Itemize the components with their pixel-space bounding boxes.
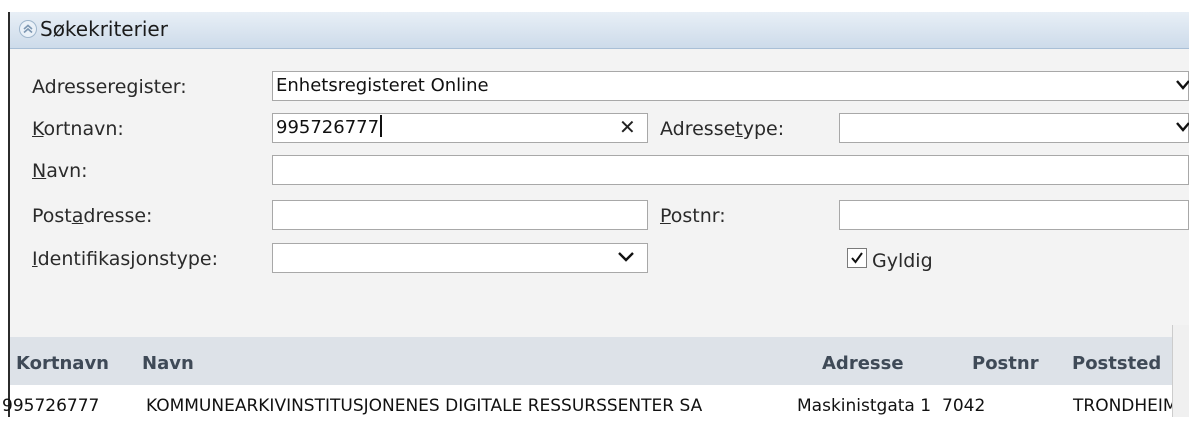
identifikasjonstype-select[interactable] <box>272 243 648 273</box>
search-criteria-panel: Søkekriterier Adresseregister: Enhetsreg… <box>2 12 1189 429</box>
column-header-postnr[interactable]: Postnr <box>972 353 1039 374</box>
identifikasjonstype-label: Identifikasjonstype: <box>32 248 218 270</box>
chevron-down-icon[interactable] <box>1170 114 1189 142</box>
kortnavn-label: Kortnavn: <box>32 118 124 140</box>
kortnavn-value: 995726777 <box>276 117 380 138</box>
adressetype-select[interactable] <box>839 113 1189 143</box>
navn-label: Navn: <box>32 160 88 182</box>
results-scrollbar[interactable] <box>1172 325 1189 417</box>
panel-title: Søkekriterier <box>40 17 168 41</box>
postnr-label: Postnr: <box>660 205 726 227</box>
navn-input[interactable] <box>272 155 1189 185</box>
cell-navn: KOMMUNEARKIVINSTITUSJONENES DIGITALE RES… <box>146 396 703 416</box>
panel-header[interactable]: Søkekriterier <box>10 12 1189 49</box>
adresseregister-select[interactable]: Enhetsregisteret Online <box>272 71 1189 101</box>
adresseregister-label: Adresseregister: <box>32 76 187 98</box>
search-window: Søkekriterier Adresseregister: Enhetsreg… <box>0 0 1189 429</box>
column-header-kortnavn[interactable]: Kortnavn <box>16 353 109 374</box>
text-caret <box>380 115 383 137</box>
chevron-up-circle-icon[interactable] <box>18 19 38 39</box>
cell-poststed: TRONDHEIM <box>1073 396 1178 416</box>
postnr-input[interactable] <box>839 200 1189 230</box>
gyldig-label: Gyldig <box>872 250 933 272</box>
adresseregister-value: Enhetsregisteret Online <box>276 75 489 96</box>
chevron-down-icon[interactable] <box>612 244 640 272</box>
postadresse-input[interactable] <box>272 200 648 230</box>
cell-kortnavn: 995726777 <box>2 396 100 416</box>
postadresse-label: Postadresse: <box>32 205 153 227</box>
kortnavn-input[interactable]: 995726777 <box>272 113 648 143</box>
column-header-navn[interactable]: Navn <box>142 353 194 374</box>
column-header-adresse[interactable]: Adresse <box>822 353 904 374</box>
column-header-poststed[interactable]: Poststed <box>1072 353 1161 374</box>
chevron-down-icon[interactable] <box>1170 72 1189 100</box>
gyldig-checkbox[interactable] <box>847 248 867 268</box>
cell-postnr: 7042 <box>942 396 986 416</box>
check-icon <box>851 252 863 264</box>
close-icon[interactable]: ✕ <box>619 115 636 139</box>
cell-adresse: Maskinistgata 1 <box>797 396 932 416</box>
adressetype-label: Adressetype: <box>660 118 785 140</box>
